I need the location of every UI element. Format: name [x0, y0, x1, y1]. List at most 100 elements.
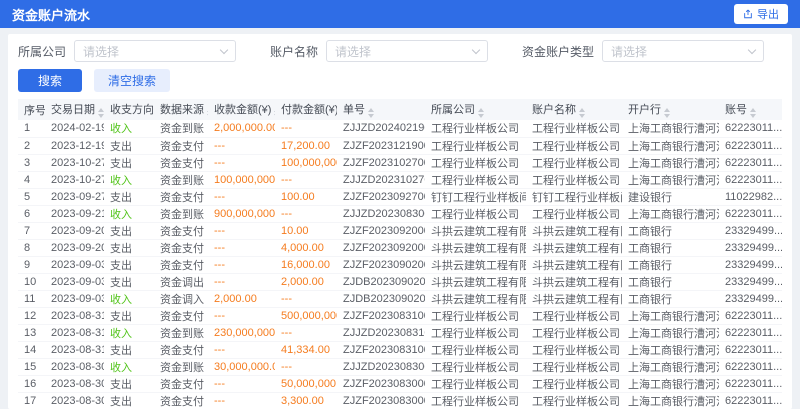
- cell-direction: 收入: [104, 171, 154, 188]
- cell-no: 9: [18, 256, 45, 273]
- cell-payment: ---: [275, 120, 337, 137]
- cell-direction: 支出: [104, 273, 154, 290]
- filter-group-account-type: 资金账户类型 请选择: [522, 40, 764, 62]
- cell-order_no: ZJJZD20231027001: [337, 171, 425, 188]
- cell-date: 2023-09-21: [45, 205, 104, 222]
- cell-direction: 收入: [104, 290, 154, 307]
- cell-date: 2023-08-30: [45, 392, 104, 409]
- column-header-order_no[interactable]: 单号: [337, 99, 425, 120]
- cell-company: 工程行业样板公司: [425, 358, 526, 375]
- table-row: 62023-09-21收入资金到账900,000,000.00---ZJJZD2…: [18, 205, 782, 222]
- sort-icon[interactable]: [478, 108, 484, 118]
- cell-source: 资金支付: [154, 188, 208, 205]
- cell-company: 斗拱云建筑工程有限公司: [425, 256, 526, 273]
- sort-icon[interactable]: [579, 108, 585, 118]
- cell-source: 资金支付: [154, 341, 208, 358]
- export-label: 导出: [757, 6, 779, 22]
- cell-date: 2023-10-27: [45, 171, 104, 188]
- cell-direction: 支出: [104, 307, 154, 324]
- cell-payment: ---: [275, 358, 337, 375]
- table-head-row: 序号交易日期收支方向数据来源收款金额(¥)付款金额(¥)单号所属公司账户名称开户…: [18, 99, 782, 120]
- column-header-account[interactable]: 账户名称: [526, 99, 622, 120]
- column-header-bank[interactable]: 开户行: [622, 99, 719, 120]
- cell-bank: 上海工商银行漕河泾支行: [622, 137, 719, 154]
- cell-order_no: ZJZF20230927001: [337, 188, 425, 205]
- page-title: 资金账户流水: [12, 5, 90, 24]
- sort-icon[interactable]: [750, 108, 756, 118]
- column-header-company[interactable]: 所属公司: [425, 99, 526, 120]
- cell-order_no: ZJZF20230831001: [337, 341, 425, 358]
- cell-no: 3: [18, 154, 45, 171]
- cell-no: 16: [18, 375, 45, 392]
- cell-source: 资金支付: [154, 256, 208, 273]
- company-select[interactable]: 请选择: [74, 40, 236, 62]
- cell-no: 4: [18, 171, 45, 188]
- cell-account: 工程行业样板公司: [526, 358, 622, 375]
- page-header: 资金账户流水 导出: [0, 0, 800, 28]
- column-label: 所属公司: [431, 104, 475, 116]
- cell-direction: 收入: [104, 120, 154, 137]
- cell-receipt: ---: [208, 392, 275, 409]
- table-row: 42023-10-27收入资金到账100,000,000.00---ZJJZD2…: [18, 171, 782, 188]
- cell-payment: ---: [275, 290, 337, 307]
- export-button[interactable]: 导出: [734, 4, 788, 24]
- cell-source: 资金到账: [154, 205, 208, 222]
- cell-account: 工程行业样板公司: [526, 154, 622, 171]
- cell-company: 工程行业样板公司: [425, 154, 526, 171]
- cell-bank: 上海工商银行漕河泾支行: [622, 154, 719, 171]
- cell-account: 斗拱云建筑工程有限公司: [526, 290, 622, 307]
- column-header-direction[interactable]: 收支方向: [104, 99, 154, 120]
- cell-payment: 50,000,000.00: [275, 375, 337, 392]
- column-header-payment[interactable]: 付款金额(¥): [275, 99, 337, 120]
- cell-company: 斗拱云建筑工程有限公司: [425, 222, 526, 239]
- cell-account_no: 62223011...: [719, 324, 782, 341]
- cell-payment: 16,000.00: [275, 256, 337, 273]
- cell-payment: ---: [275, 205, 337, 222]
- cell-account: 斗拱云建筑工程有限公司: [526, 273, 622, 290]
- cell-account: 工程行业样板公司: [526, 307, 622, 324]
- cell-company: 工程行业样板公司: [425, 171, 526, 188]
- cell-bank: 上海工商银行漕河泾支行: [622, 171, 719, 188]
- transactions-table: 序号交易日期收支方向数据来源收款金额(¥)付款金额(¥)单号所属公司账户名称开户…: [18, 99, 782, 409]
- cell-account_no: 23329499...: [719, 256, 782, 273]
- table-row: 102023-09-03支出资金调出---2,000.00ZJDB2023090…: [18, 273, 782, 290]
- column-label: 数据来源: [160, 104, 204, 116]
- column-header-account_no[interactable]: 账号: [719, 99, 782, 120]
- cell-account: 工程行业样板公司: [526, 137, 622, 154]
- cell-source: 资金支付: [154, 137, 208, 154]
- cell-no: 14: [18, 341, 45, 358]
- cell-order_no: ZJZF20230830002: [337, 375, 425, 392]
- cell-direction: 支出: [104, 239, 154, 256]
- cell-bank: 建设银行: [622, 188, 719, 205]
- cell-source: 资金调出: [154, 273, 208, 290]
- search-button[interactable]: 搜索: [18, 69, 82, 92]
- cell-direction: 收入: [104, 358, 154, 375]
- cell-receipt: ---: [208, 222, 275, 239]
- sort-icon[interactable]: [207, 108, 208, 118]
- cell-bank: 上海工商银行漕河泾支行: [622, 120, 719, 137]
- cell-receipt: 30,000,000.00: [208, 358, 275, 375]
- sort-icon[interactable]: [368, 108, 374, 118]
- cell-source: 资金到账: [154, 324, 208, 341]
- cell-payment: 10.00: [275, 222, 337, 239]
- account-type-select[interactable]: 请选择: [602, 40, 764, 62]
- column-header-receipt[interactable]: 收款金额(¥): [208, 99, 275, 120]
- company-select-placeholder: 请选择: [83, 43, 119, 60]
- filter-group-account: 账户名称 请选择: [270, 40, 488, 62]
- column-header-source[interactable]: 数据来源: [154, 99, 208, 120]
- sort-icon[interactable]: [98, 108, 104, 118]
- sort-icon[interactable]: [274, 108, 275, 118]
- cell-source: 资金支付: [154, 392, 208, 409]
- account-type-select-placeholder: 请选择: [611, 43, 647, 60]
- sort-icon[interactable]: [664, 108, 670, 118]
- cell-no: 11: [18, 290, 45, 307]
- cell-receipt: 2,000,000.00: [208, 120, 275, 137]
- account-select[interactable]: 请选择: [326, 40, 488, 62]
- cell-account_no: 62223011...: [719, 154, 782, 171]
- table-row: 112023-09-03收入资金调入2,000.00---ZJDB2023090…: [18, 290, 782, 307]
- clear-search-button[interactable]: 清空搜索: [94, 69, 170, 92]
- column-header-date[interactable]: 交易日期: [45, 99, 104, 120]
- table-row: 172023-08-30支出资金支付---3,300.00ZJZF2023083…: [18, 392, 782, 409]
- cell-order_no: ZJZF20230920001: [337, 239, 425, 256]
- table-row: 132023-08-31收入资金到账230,000,000.00---ZJJZD…: [18, 324, 782, 341]
